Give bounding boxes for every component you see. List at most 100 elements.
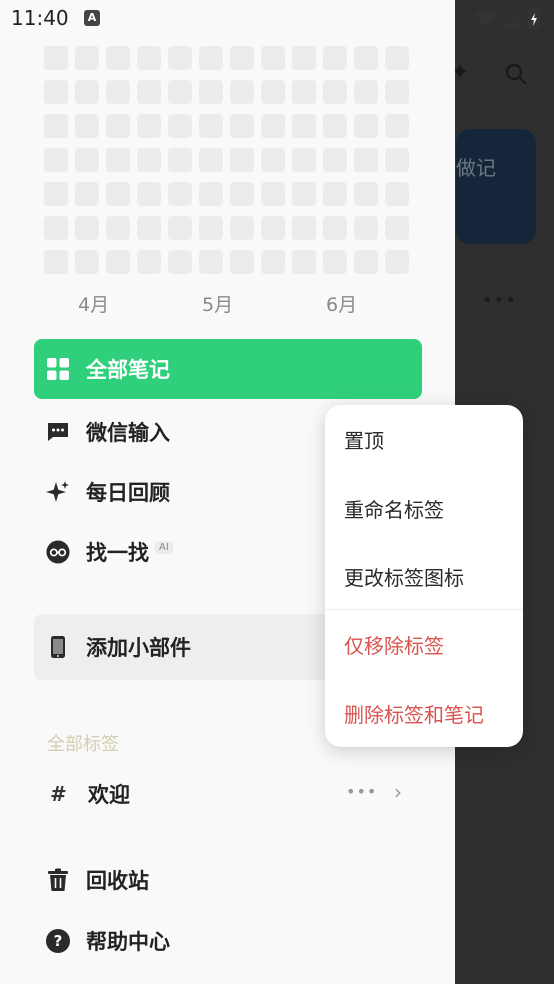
tag-item[interactable]: # 欢迎 ••• › [34, 766, 422, 822]
heatmap-cell [323, 148, 347, 172]
heatmap-cell [137, 250, 161, 274]
phone-icon [46, 635, 70, 659]
heatmap-cell [199, 216, 223, 240]
status-bar: 11:40 A [0, 0, 554, 38]
heatmap-cell [44, 46, 68, 70]
heatmap-cell [75, 46, 99, 70]
menu-item-pin[interactable]: 置顶 [325, 409, 523, 469]
heatmap-cell [168, 216, 192, 240]
heatmap-cell [168, 80, 192, 104]
heatmap-cell [385, 46, 409, 70]
wifi-icon [475, 10, 497, 28]
more-icon[interactable]: ••• [346, 782, 377, 801]
heatmap-cell [44, 250, 68, 274]
signal-icon [504, 12, 520, 28]
nav-item-label: 微信输入 [86, 421, 170, 445]
heatmap-cell [354, 114, 378, 138]
heatmap-cell [261, 148, 285, 172]
heatmap-cell [106, 182, 130, 206]
heatmap-cell [199, 80, 223, 104]
heatmap-cell [106, 46, 130, 70]
heatmap-cell [385, 114, 409, 138]
heatmap-cell [354, 148, 378, 172]
background-note-card [456, 129, 536, 244]
heatmap-cell [168, 46, 192, 70]
heatmap-cell [75, 148, 99, 172]
heatmap-cell [44, 216, 68, 240]
heatmap-cell [168, 250, 192, 274]
heatmap-cell [168, 148, 192, 172]
heatmap-cell [354, 80, 378, 104]
nav-item-all-notes[interactable]: 全部笔记 [34, 339, 422, 399]
svg-text:?: ? [54, 932, 63, 950]
nav-item-label: 全部笔记 [86, 358, 170, 382]
heatmap-cell [230, 250, 254, 274]
heatmap-cell [261, 216, 285, 240]
screen: 做记 ✦ ••• 4月 5月 6月 全部笔记 微信输入 每日回顾 找一找 AI … [0, 0, 554, 984]
heatmap-cell [199, 148, 223, 172]
heatmap-cell [292, 148, 316, 172]
notification-app-icon: A [84, 10, 100, 26]
heatmap-cell [292, 182, 316, 206]
chat-bubble-icon [46, 420, 70, 444]
heatmap-cell [106, 250, 130, 274]
heatmap-cell [75, 114, 99, 138]
tags-section-title: 全部标签 [47, 734, 119, 755]
heatmap-cell [44, 80, 68, 104]
heatmap-cell [323, 114, 347, 138]
menu-item-remove-tag-only[interactable]: 仅移除标签 [325, 614, 523, 674]
battery-icon [528, 8, 540, 29]
menu-item-rename-tag[interactable]: 重命名标签 [325, 478, 523, 538]
tag-context-menu: 置顶 重命名标签 更改标签图标 仅移除标签 删除标签和笔记 [325, 405, 523, 747]
heatmap-cell [230, 80, 254, 104]
heatmap-cell [354, 182, 378, 206]
heatmap-cell [75, 182, 99, 206]
menu-divider [325, 609, 523, 610]
heatmap-cell [106, 216, 130, 240]
heatmap-cell [44, 114, 68, 138]
nav-item-label: 找一找 [86, 541, 149, 565]
heatmap-cell [44, 182, 68, 206]
heatmap-cell [137, 216, 161, 240]
glasses-icon [46, 540, 70, 564]
heatmap-cell [292, 46, 316, 70]
menu-item-change-tag-icon[interactable]: 更改标签图标 [325, 546, 523, 606]
heatmap-cell [292, 114, 316, 138]
grid-icon [46, 357, 70, 381]
nav-item-trash[interactable]: 回收站 [34, 850, 422, 910]
heatmap-cell [199, 250, 223, 274]
heatmap-cell [137, 114, 161, 138]
heatmap-cell [292, 80, 316, 104]
heatmap-cell [230, 148, 254, 172]
nav-item-label: 帮助中心 [86, 930, 170, 954]
heatmap-cell [44, 148, 68, 172]
heatmap-cell [230, 216, 254, 240]
menu-item-delete-tag-and-notes[interactable]: 删除标签和笔记 [325, 683, 523, 743]
heatmap-cell [323, 250, 347, 274]
heatmap-cell [106, 114, 130, 138]
heatmap-cell [106, 80, 130, 104]
heatmap-cell [137, 46, 161, 70]
chevron-right-icon[interactable]: › [394, 780, 402, 804]
heatmap-cell [354, 46, 378, 70]
status-icons [475, 8, 540, 29]
heatmap-cell [199, 182, 223, 206]
heatmap-cell [106, 148, 130, 172]
status-time: 11:40 [11, 6, 69, 30]
trash-icon [46, 868, 70, 892]
background-search-icon [505, 63, 527, 85]
heatmap-cell [75, 250, 99, 274]
background-card-text: 做记 [456, 156, 496, 180]
heatmap-cell [323, 216, 347, 240]
heatmap-cell [137, 148, 161, 172]
ai-badge: AI [155, 540, 173, 554]
heatmap-cell [230, 46, 254, 70]
heatmap-cell [261, 46, 285, 70]
tag-label: 欢迎 [88, 783, 130, 807]
heatmap-cell [323, 182, 347, 206]
nav-item-label: 回收站 [86, 869, 149, 893]
month-label: 4月 [78, 294, 110, 316]
heatmap-cell [385, 182, 409, 206]
nav-item-help[interactable]: ? 帮助中心 [34, 911, 422, 971]
heatmap-cell [261, 182, 285, 206]
